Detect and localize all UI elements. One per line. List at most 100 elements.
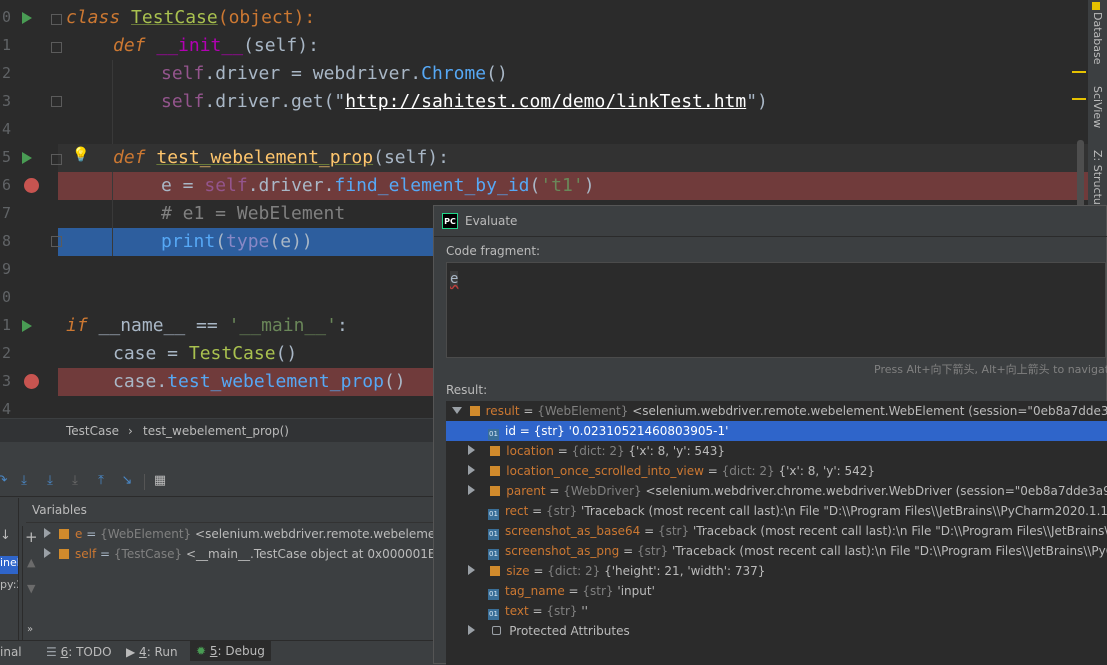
tab-database[interactable]: Database: [1091, 12, 1104, 65]
line-number: 9: [2, 260, 12, 278]
toolbar-divider: [144, 474, 145, 490]
field-icon: [59, 529, 69, 539]
breakpoint-icon[interactable]: [24, 374, 39, 389]
result-root-row[interactable]: result = {WebElement} <selenium.webdrive…: [446, 401, 1107, 421]
fold-icon[interactable]: [51, 14, 62, 25]
field-icon: [490, 466, 501, 476]
protected-attributes-row[interactable]: Protected Attributes: [446, 621, 1107, 641]
breakpoint-icon[interactable]: [24, 178, 39, 193]
step-out-icon[interactable]: ⤒: [93, 473, 109, 489]
tool-window-bar: inal ☰ 6: TODO ▶ 4: Run ✹ 5: Debug: [0, 640, 446, 665]
line-number: 0: [2, 288, 12, 306]
variables-header: Variables: [26, 500, 446, 523]
code-line: self.driver = webdriver.Chrome(): [161, 63, 508, 84]
line-number: 7: [2, 204, 12, 222]
debug-icon: ✹: [196, 644, 210, 658]
expand-icon[interactable]: [468, 445, 475, 455]
code-line: class TestCase(object):: [66, 7, 316, 28]
result-child-row[interactable]: 01 tag_name = {str} 'input': [446, 581, 1107, 601]
expand-icon[interactable]: [44, 528, 51, 538]
line-number: 3: [2, 372, 12, 390]
result-child-row[interactable]: 01 text = {str} '': [446, 601, 1107, 621]
more-icon[interactable]: »: [27, 624, 33, 635]
tab-sciview[interactable]: SciView: [1091, 86, 1104, 128]
result-child-row[interactable]: 01 rect = {str} 'Traceback (most recent c…: [446, 501, 1107, 521]
pycharm-logo-icon: PC: [442, 213, 458, 229]
result-child-row[interactable]: location_once_scrolled_into_view = {dict…: [446, 461, 1107, 481]
tab-debug[interactable]: ✹ 5: Debug: [190, 641, 271, 661]
debug-panel: ↷ ⤓ ⤓ ⤓ ⤒ ↘ ▦ ↓ ineb py:2 Variables + ▲ …: [0, 442, 705, 640]
code-fragment-input[interactable]: e: [446, 262, 1106, 358]
tab-todo[interactable]: ☰ 6: TODO: [46, 645, 112, 659]
dialog-title-bar[interactable]: PC Evaluate: [434, 206, 1107, 237]
lightbulb-icon[interactable]: 💡: [72, 147, 89, 163]
field-icon: [490, 566, 501, 576]
string-icon: 01: [488, 509, 499, 520]
result-child-row[interactable]: 01 id = {str} '0.02310521460803905-1': [446, 421, 1107, 441]
run-gutter-icon[interactable]: [22, 320, 32, 332]
result-tree[interactable]: result = {WebElement} <selenium.webdrive…: [446, 401, 1107, 665]
expand-icon[interactable]: [468, 565, 475, 575]
line-number: 4: [2, 400, 12, 418]
string-icon: 01: [488, 429, 499, 440]
error-stripe-marker[interactable]: [1072, 71, 1086, 73]
move-up-icon[interactable]: ▲: [27, 556, 35, 569]
line-number: 5: [2, 148, 12, 166]
breadcrumb: TestCase › test_webelement_prop(): [0, 418, 440, 443]
expand-icon[interactable]: [44, 548, 51, 558]
tab-terminal[interactable]: inal: [0, 645, 22, 659]
field-icon: [469, 406, 480, 416]
line-number: 8: [2, 232, 12, 250]
lock-icon: [492, 626, 502, 635]
tab-run[interactable]: ▶ 4: Run: [126, 645, 178, 659]
add-watch-icon[interactable]: +: [25, 528, 38, 546]
frame-down-icon[interactable]: ↓: [0, 528, 11, 543]
code-text: e: [450, 271, 459, 287]
step-over-icon[interactable]: ↷: [0, 473, 10, 489]
step-into-my-code-icon[interactable]: ⤓: [42, 473, 58, 489]
run-to-cursor-icon[interactable]: ↘: [119, 473, 135, 489]
code-fragment-label: Code fragment:: [446, 244, 541, 258]
string-icon: 01: [488, 549, 499, 560]
force-step-into-icon[interactable]: ⤓: [67, 473, 83, 489]
fold-icon[interactable]: [51, 236, 62, 247]
expand-icon[interactable]: [468, 625, 475, 635]
frame-item[interactable]: ineb: [0, 556, 18, 574]
result-child-row[interactable]: 01 screenshot_as_png = {str} 'Traceback (…: [446, 541, 1107, 561]
line-number: 2: [2, 64, 12, 82]
indent-guide: [112, 60, 113, 144]
result-child-row[interactable]: 01 screenshot_as_base64 = {str} 'Tracebac…: [446, 521, 1107, 541]
line-number: 2: [2, 344, 12, 362]
expand-icon[interactable]: [468, 485, 475, 495]
code-line: self.driver.get("http://sahitest.com/dem…: [161, 91, 768, 112]
move-down-icon[interactable]: ▼: [27, 582, 35, 595]
debug-toolbar: ↷ ⤓ ⤓ ⤓ ⤒ ↘ ▦: [0, 468, 446, 497]
string-icon: 01: [488, 589, 499, 600]
result-label: Result:: [446, 383, 488, 397]
step-into-icon[interactable]: ⤓: [16, 473, 32, 489]
run-gutter-icon[interactable]: [22, 152, 32, 164]
evaluate-expression-icon[interactable]: ▦: [152, 473, 168, 489]
string-icon: 01: [488, 529, 499, 540]
scrollbar[interactable]: [1077, 140, 1084, 210]
error-stripe-marker[interactable]: [1072, 98, 1086, 100]
field-icon: [490, 446, 501, 456]
run-gutter-icon[interactable]: [22, 12, 32, 24]
variables-label: Variables: [32, 503, 87, 517]
fold-icon[interactable]: [51, 42, 62, 53]
fold-icon[interactable]: [51, 96, 62, 107]
run-icon: ▶: [126, 645, 140, 659]
frame-item[interactable]: py:2: [0, 578, 18, 591]
result-child-row[interactable]: size = {dict: 2} {'height': 21, 'width':…: [446, 561, 1107, 581]
line-number: 0: [2, 8, 12, 26]
fold-icon[interactable]: [51, 154, 62, 165]
frames-strip: ↓ ineb py:2: [0, 498, 19, 640]
line-number: 1: [2, 36, 12, 54]
result-child-row[interactable]: parent = {WebDriver} <selenium.webdriver…: [446, 481, 1107, 501]
collapse-icon[interactable]: [452, 407, 462, 414]
dialog-title: Evaluate: [465, 214, 518, 228]
breadcrumb-method[interactable]: test_webelement_prop(): [143, 424, 289, 438]
expand-icon[interactable]: [468, 465, 475, 475]
result-child-row[interactable]: location = {dict: 2} {'x': 8, 'y': 543}: [446, 441, 1107, 461]
breadcrumb-class[interactable]: TestCase: [66, 424, 119, 438]
